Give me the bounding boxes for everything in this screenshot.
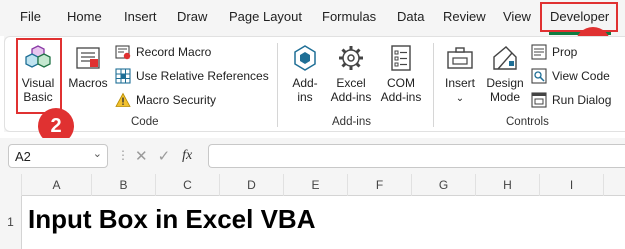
enter-icon[interactable]: ✓ [158,147,171,165]
group-label-code: Code [131,116,159,128]
com-addins-label-2: Add-ins [380,90,422,104]
view-code-icon [531,68,547,84]
relative-references-icon [115,68,131,84]
row-header-1[interactable]: 1 [0,196,22,249]
toolbox-icon [447,47,473,69]
visual-basic-highlight [16,38,62,114]
insert-control-label: Insert [444,76,475,90]
formula-bar: A2 ⌄ ⋮ ✕ ✓ fx [0,138,625,174]
tab-file[interactable]: File [20,9,41,24]
column-header-i[interactable]: I [540,174,604,196]
design-mode-label-1: Design [486,76,524,90]
record-macro-label: Record Macro [136,45,212,59]
macros-button[interactable]: Macros [65,43,111,90]
macros-icon [76,47,100,69]
group-separator [433,43,434,127]
column-header-h[interactable]: H [476,174,540,196]
record-macro-icon [115,45,131,60]
column-header-d[interactable]: D [220,174,284,196]
developer-tab-highlight [540,2,618,32]
chevron-down-icon: ⌄ [455,93,465,104]
select-all-corner[interactable] [0,174,22,196]
tab-view[interactable]: View [503,9,531,24]
chevron-down-icon[interactable]: ⌄ [93,147,102,160]
column-header-row: A B C D E F G H I [0,174,625,196]
addins-button[interactable]: Add- ins [285,43,325,104]
com-addins-icon [391,45,411,71]
ribbon-panel: Visual Basic Macros Record Macro Use Rel… [4,36,625,132]
column-header-a[interactable]: A [22,174,92,196]
tab-home[interactable]: Home [67,9,102,24]
cancel-icon[interactable]: ✕ [135,147,148,165]
insert-control-button[interactable]: Insert ⌄ [441,43,479,106]
run-dialog-label: Run Dialog [552,93,612,107]
ribbon: Visual Basic Macros Record Macro Use Rel… [4,36,625,132]
properties-button[interactable]: Prop [531,44,577,60]
use-relative-references-label: Use Relative References [136,69,269,83]
macro-security-button[interactable]: Macro Security [115,92,216,108]
record-macro-button[interactable]: Record Macro [115,44,211,60]
tab-data[interactable]: Data [397,9,424,24]
group-label-addins: Add-ins [332,116,371,128]
addins-label-2: ins [297,90,313,104]
view-code-button[interactable]: View Code [531,68,610,84]
tab-review[interactable]: Review [443,9,486,24]
excel-addins-label-1: Excel [336,76,366,90]
column-header-e[interactable]: E [284,174,348,196]
column-header-b[interactable]: B [92,174,156,196]
macro-security-label: Macro Security [136,93,217,107]
name-box[interactable]: A2 ⌄ [8,144,108,168]
design-mode-label-2: Mode [489,90,521,104]
tab-draw[interactable]: Draw [177,9,207,24]
properties-label: Prop [552,45,578,59]
gear-icon [339,46,363,70]
design-mode-icon [493,46,517,70]
column-header-f[interactable]: F [348,174,412,196]
excel-addins-button[interactable]: Excel Add-ins [327,43,375,104]
cell-a1[interactable]: Input Box in Excel VBA [28,204,316,235]
formula-buttons: ✕ ✓ fx [131,144,201,168]
com-addins-label-1: COM [387,76,415,90]
com-addins-button[interactable]: COM Add-ins [377,43,425,104]
worksheet-grid: A B C D E F G H I 1 Input Box in Excel V… [0,174,625,249]
formula-input[interactable] [208,144,625,168]
addins-label-1: Add- [292,76,318,90]
tab-formulas[interactable]: Formulas [322,9,376,24]
splitter-dots-icon[interactable]: ⋮ [117,148,129,162]
ribbon-tab-bar: File Home Insert Draw Page Layout Formul… [0,0,625,36]
run-dialog-button[interactable]: Run Dialog [531,92,611,108]
design-mode-button[interactable]: Design Mode [483,43,527,104]
use-relative-references-button[interactable]: Use Relative References [115,68,269,84]
excel-addins-label-2: Add-ins [330,90,372,104]
column-header-g[interactable]: G [412,174,476,196]
addins-icon [294,45,316,71]
name-box-value: A2 [15,149,31,164]
properties-icon [531,44,547,60]
warning-icon [115,92,131,107]
insert-function-icon[interactable]: fx [182,148,192,164]
group-separator [277,43,278,127]
tab-page-layout[interactable]: Page Layout [229,9,302,24]
tab-insert[interactable]: Insert [124,9,157,24]
column-header-c[interactable]: C [156,174,220,196]
macros-label: Macros [68,76,108,90]
run-dialog-icon [531,92,547,108]
group-label-controls: Controls [506,116,549,128]
view-code-label: View Code [552,69,610,83]
